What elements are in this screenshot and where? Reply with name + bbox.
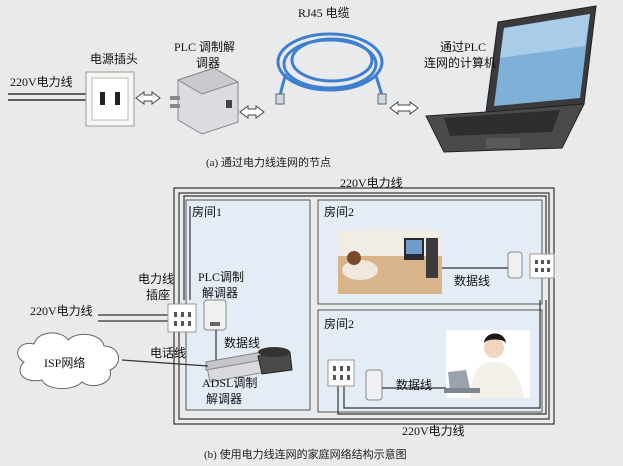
label-computer-1: 通过PLC [440, 40, 487, 54]
plc-adapter-room1-icon [203, 299, 227, 331]
label-rj45: RJ45 电缆 [298, 6, 350, 20]
room-2-top-label: 房间2 [324, 205, 355, 219]
power-line-a [8, 93, 86, 101]
person-with-laptop-photo [444, 330, 530, 398]
plc-modem-icon [170, 67, 240, 135]
figure: 220V电力线 电源插头 PLC 调制解 调器 RJ45 电缆 通过PLC 连网… [0, 0, 623, 466]
double-arrow-icon [389, 101, 419, 115]
label-computer-2: 连网的计算机 [424, 56, 497, 70]
laptop-icon [425, 5, 597, 153]
label-outlet: 电源插头 [90, 52, 139, 66]
label-220v-a: 220V电力线 [10, 75, 73, 89]
label-isp: ISP网络 [44, 356, 86, 370]
label-220v-top: 220V电力线 [340, 176, 403, 190]
plc-adapter-room2-top-icon [507, 251, 523, 279]
label-220v-bottom: 220V电力线 [402, 424, 465, 438]
label-phone-line: 电话线 [150, 346, 187, 360]
socket-room1-icon [167, 303, 197, 333]
socket-room2-bottom-icon [327, 359, 355, 387]
double-arrow-icon [135, 91, 161, 105]
wall-outlet-icon [85, 71, 135, 127]
label-plc-b-2: 解调器 [202, 286, 239, 300]
label-data-line-left: 数据线 [224, 336, 261, 350]
label-socket-1: 电力线 [138, 272, 175, 286]
plc-adapter-room2-bottom-icon [365, 369, 383, 401]
label-adsl-2: 解调器 [206, 392, 243, 406]
double-arrow-icon [239, 105, 265, 119]
label-data-line-top: 数据线 [454, 274, 491, 288]
label-adsl-1: ADSL调制 [202, 376, 258, 390]
label-plc-a-1: PLC 调制解 [174, 40, 236, 54]
socket-room2-top-icon [529, 253, 555, 279]
label-plc-a-2: 调器 [196, 56, 221, 70]
rj45-cable-icon [275, 32, 387, 105]
label-data-line-bottom: 数据线 [396, 378, 433, 392]
label-220v-left: 220V电力线 [30, 304, 93, 318]
room-2-bottom-label: 房间2 [324, 317, 355, 331]
room-1-label: 房间1 [192, 205, 223, 219]
caption-b: (b) 使用电力线连网的家庭网络结构示意图 [204, 449, 407, 461]
label-socket-2: 插座 [146, 288, 171, 302]
person-at-computer-photo [338, 230, 442, 294]
diagram-canvas [8, 5, 597, 425]
caption-a: (a) 通过电力线连网的节点 [206, 157, 331, 169]
label-plc-b-1: PLC调制 [198, 270, 245, 284]
telephone-icon [257, 347, 293, 375]
